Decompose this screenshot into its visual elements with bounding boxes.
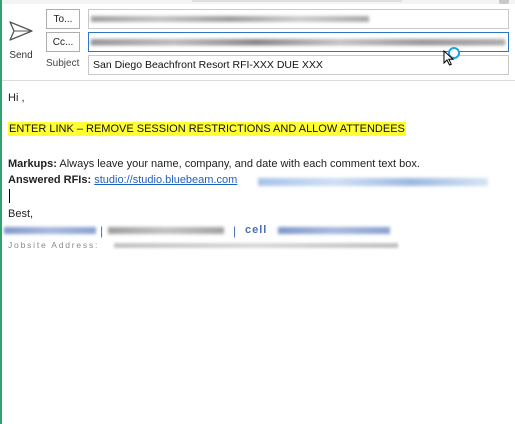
markups-text: Always leave your name, company, and dat… <box>56 158 420 170</box>
cc-button[interactable]: Cc... <box>46 32 80 52</box>
header-divider <box>2 80 515 81</box>
closing: Best, <box>8 208 34 220</box>
signature-separator: | <box>100 224 104 238</box>
answered-rfis-line: Answered RFIs: studio://studio.bluebeam.… <box>8 174 237 186</box>
answered-rfis-label: Answered RFIs: <box>8 174 92 186</box>
markups-label: Markups: <box>8 158 57 170</box>
signature-separator-2: | <box>233 224 237 238</box>
signature-cell-label: cell <box>245 224 268 236</box>
redacted-jobsite-address <box>114 243 398 248</box>
subject-value: San Diego Beachfront Resort RFI-XXX DUE … <box>93 59 323 71</box>
window-accent-bar <box>0 0 2 424</box>
cc-field[interactable] <box>88 32 509 52</box>
jobsite-label: Jobsite Address: <box>8 240 100 250</box>
studio-link[interactable]: studio://studio.bluebeam.com <box>94 174 237 186</box>
greeting: Hi , <box>8 92 25 104</box>
send-icon <box>9 21 33 41</box>
redacted-signature-title <box>108 227 224 234</box>
ribbon-edge <box>2 0 515 4</box>
send-button[interactable]: Send <box>4 8 38 68</box>
redacted-phone-number <box>278 227 390 234</box>
ribbon-remnant <box>192 0 402 2</box>
subject-label: Subject <box>46 58 80 69</box>
signature-line: | | cell <box>4 224 408 238</box>
window-control[interactable] <box>499 0 509 4</box>
to-field[interactable] <box>88 9 509 29</box>
mouse-pointer-icon <box>443 50 455 66</box>
redacted-recipients <box>91 16 369 22</box>
redacted-link-tail <box>258 178 488 186</box>
redacted-cc-recipients-shadow <box>91 41 505 45</box>
send-label: Send <box>9 50 33 61</box>
markups-line: Markups: Always leave your name, company… <box>8 158 420 170</box>
highlighted-instruction: ENTER LINK – REMOVE SESSION RESTRICTIONS… <box>8 122 406 136</box>
text-cursor <box>9 189 10 203</box>
to-button[interactable]: To... <box>46 9 80 29</box>
redacted-signature-name <box>4 227 96 234</box>
